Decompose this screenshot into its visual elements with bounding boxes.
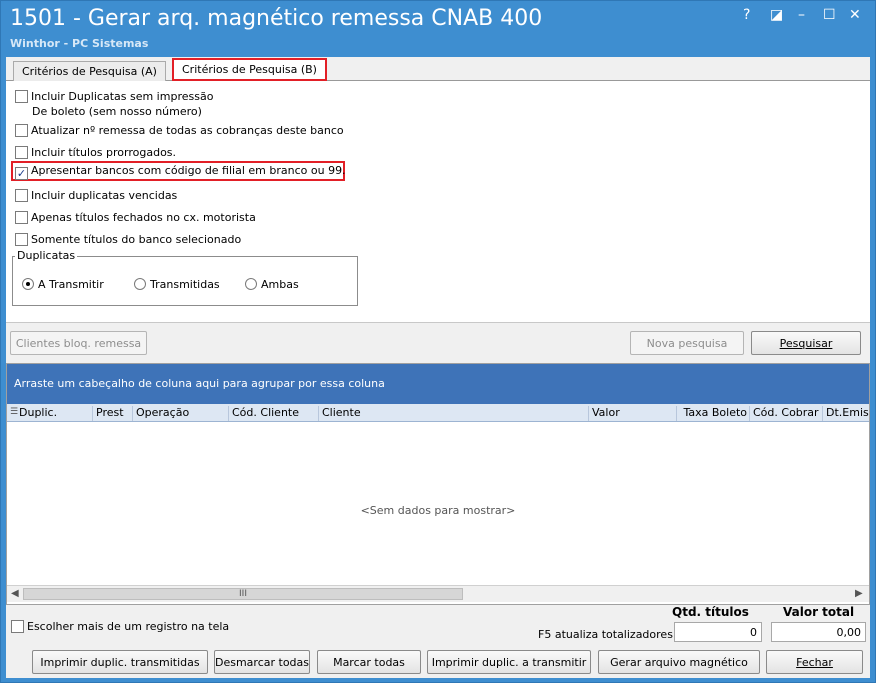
column-chooser-icon[interactable]: ☰: [10, 407, 18, 417]
tab-criterios-a[interactable]: Critérios de Pesquisa (A): [13, 61, 166, 81]
valor-total-label: Valor total: [783, 605, 855, 619]
group-by-hint: Arraste um cabeçalho de coluna aqui para…: [14, 377, 385, 390]
check-mark-icon: ✓: [16, 167, 27, 180]
checkbox-apresentar-bancos[interactable]: ✓ Apresentar bancos com código de filial …: [15, 164, 346, 180]
checkbox-box[interactable]: [15, 233, 28, 246]
column-header-duplic[interactable]: Duplic.: [7, 406, 93, 421]
scroll-right-icon[interactable]: ▶: [855, 588, 863, 599]
checkbox-label: Incluir Duplicatas sem impressão: [31, 90, 214, 103]
checkbox-box[interactable]: [15, 90, 28, 103]
maximize-icon[interactable]: ☐: [823, 7, 836, 23]
column-header-taxa-boleto[interactable]: Taxa Boleto: [677, 406, 750, 421]
column-header-row: Duplic. Prest Operação Cód. Cliente Clie…: [7, 404, 869, 422]
checkbox-label: Incluir duplicatas vencidas: [31, 189, 178, 202]
tab-criterios-b[interactable]: Critérios de Pesquisa (B): [172, 58, 327, 81]
criteria-panel: Incluir Duplicatas sem impressão De bole…: [6, 81, 870, 323]
totals-hint: F5 atualiza totalizadores: [538, 628, 673, 641]
window-subtitle: Winthor - PC Sistemas: [10, 37, 149, 50]
checkbox-box[interactable]: [15, 124, 28, 137]
qtd-titulos-label: Qtd. títulos: [672, 605, 749, 619]
fechar-button[interactable]: Fechar: [766, 650, 863, 674]
checkbox-incluir-sem-impressao[interactable]: Incluir Duplicatas sem impressão: [15, 90, 213, 105]
checkbox-label: Somente títulos do banco selecionado: [31, 233, 242, 246]
checkbox-box[interactable]: [11, 620, 24, 633]
scroll-left-icon[interactable]: ◀: [11, 588, 19, 599]
radio-label: Ambas: [261, 278, 299, 291]
imprimir-a-transmitir-button[interactable]: Imprimir duplic. a transmitir: [427, 650, 591, 674]
button-label: Fechar: [796, 655, 833, 669]
radio-label: A Transmitir: [38, 278, 104, 291]
qtd-titulos-value: 0: [674, 622, 762, 642]
valor-total-value: 0,00: [771, 622, 866, 642]
help-icon[interactable]: ?: [743, 7, 750, 23]
checkbox-atualizar-remessa[interactable]: Atualizar nº remessa de todas as cobranç…: [15, 124, 344, 139]
scroll-thumb[interactable]: III: [23, 588, 463, 600]
minimize-icon[interactable]: –: [798, 7, 805, 23]
checkbox-incluir-prorrogados[interactable]: Incluir títulos prorrogados.: [15, 146, 176, 161]
restore-icon[interactable]: ◪: [770, 7, 783, 23]
group-by-bar[interactable]: Arraste um cabeçalho de coluna aqui para…: [7, 364, 869, 404]
checkbox-somente-banco[interactable]: Somente títulos do banco selecionado: [15, 233, 241, 248]
checkbox-label: Escolher mais de um registro na tela: [27, 620, 230, 633]
checkbox-box[interactable]: [15, 146, 28, 159]
radio-dot[interactable]: [134, 278, 146, 290]
desmarcar-todas-button[interactable]: Desmarcar todas: [214, 650, 310, 674]
empty-grid-message: <Sem dados para mostrar>: [360, 504, 516, 517]
gerar-arquivo-button[interactable]: Gerar arquivo magnético: [598, 650, 760, 674]
checkbox-box[interactable]: ✓: [15, 167, 28, 180]
imprimir-transmitidas-button[interactable]: Imprimir duplic. transmitidas: [32, 650, 208, 674]
title-bar[interactable]: 1501 - Gerar arq. magnético remessa CNAB…: [1, 1, 875, 53]
column-header-prest[interactable]: Prest: [93, 406, 133, 421]
column-header-valor[interactable]: Valor: [589, 406, 677, 421]
radio-transmitidas[interactable]: Transmitidas: [134, 278, 220, 291]
checkbox-label: Apenas títulos fechados no cx. motorista: [31, 211, 256, 224]
column-header-cod-cliente[interactable]: Cód. Cliente: [229, 406, 319, 421]
checkbox-label-continuation: De boleto (sem nosso número): [32, 105, 202, 118]
app-window: 1501 - Gerar arq. magnético remessa CNAB…: [0, 0, 876, 683]
column-header-operacao[interactable]: Operação: [133, 406, 229, 421]
checkbox-label: Incluir títulos prorrogados.: [31, 146, 177, 159]
results-grid: Arraste um cabeçalho de coluna aqui para…: [6, 363, 870, 605]
footer-panel: Escolher mais de um registro na tela Qtd…: [6, 605, 870, 678]
column-header-dt-emis[interactable]: Dt.Emis: [823, 406, 869, 421]
window-title: 1501 - Gerar arq. magnético remessa CNAB…: [10, 6, 543, 31]
tab-strip: Critérios de Pesquisa (A) Critérios de P…: [6, 57, 870, 81]
column-header-cod-cobrar[interactable]: Cód. Cobrar: [750, 406, 823, 421]
radio-dot[interactable]: [245, 278, 257, 290]
duplicatas-group: Duplicatas A Transmitir Transmitidas Amb…: [12, 249, 358, 306]
client-area: Critérios de Pesquisa (A) Critérios de P…: [6, 57, 870, 678]
radio-dot[interactable]: [22, 278, 34, 290]
radio-a-transmitir[interactable]: A Transmitir: [22, 278, 104, 291]
duplicatas-legend: Duplicatas: [15, 249, 78, 262]
close-icon[interactable]: ✕: [849, 7, 861, 23]
horizontal-scrollbar[interactable]: ◀ III ▶: [7, 585, 869, 602]
checkbox-label: Atualizar nº remessa de todas as cobranç…: [31, 124, 344, 137]
checkbox-label: Apresentar bancos com código de filial e…: [31, 164, 346, 177]
search-button-bar: Clientes bloq. remessa Nova pesquisa Pes…: [6, 323, 870, 363]
radio-label: Transmitidas: [150, 278, 220, 291]
pesquisar-button[interactable]: Pesquisar: [751, 331, 861, 355]
checkbox-multi-select[interactable]: Escolher mais de um registro na tela: [11, 620, 229, 635]
checkbox-apenas-fechados[interactable]: Apenas títulos fechados no cx. motorista: [15, 211, 256, 226]
checkbox-box[interactable]: [15, 211, 28, 224]
column-header-cliente[interactable]: Cliente: [319, 406, 589, 421]
button-label: Pesquisar: [779, 336, 833, 350]
clientes-bloq-button[interactable]: Clientes bloq. remessa: [10, 331, 147, 355]
radio-ambas[interactable]: Ambas: [245, 278, 299, 291]
nova-pesquisa-button[interactable]: Nova pesquisa: [630, 331, 744, 355]
checkbox-box[interactable]: [15, 189, 28, 202]
marcar-todas-button[interactable]: Marcar todas: [317, 650, 421, 674]
checkbox-incluir-vencidas[interactable]: Incluir duplicatas vencidas: [15, 189, 177, 204]
